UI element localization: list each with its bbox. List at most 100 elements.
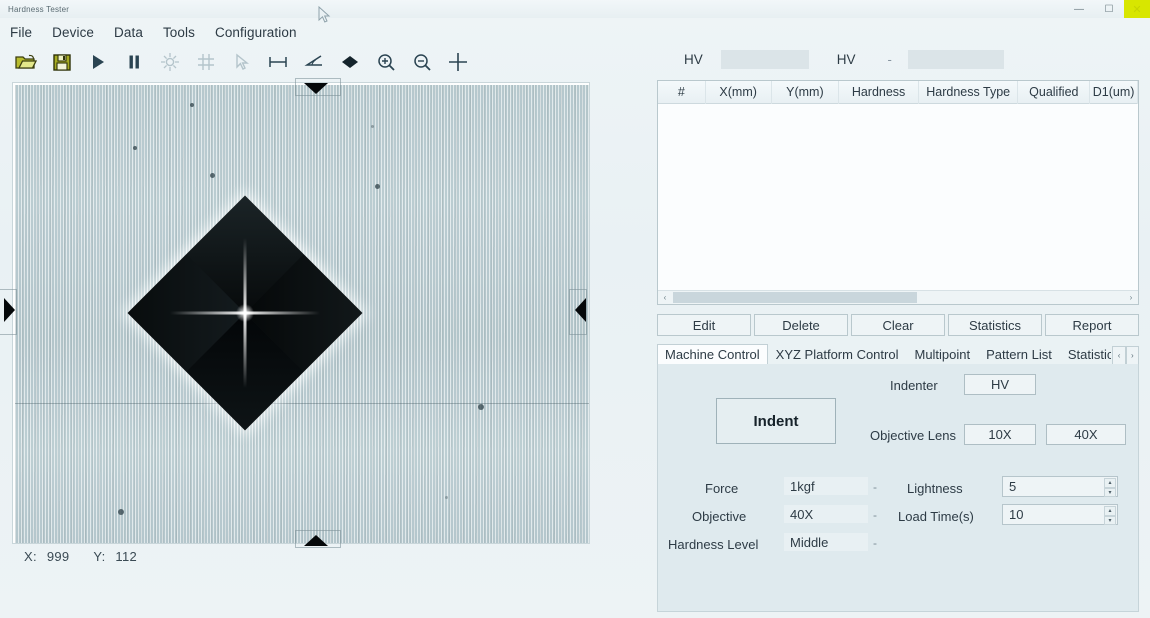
pause-icon[interactable] xyxy=(116,47,152,77)
load-time-stepper-down[interactable]: ▾ xyxy=(1104,515,1116,525)
column-header-hardness[interactable]: Hardness xyxy=(839,80,919,104)
report-button[interactable]: Report xyxy=(1045,314,1139,336)
hscroll-thumb[interactable] xyxy=(673,292,918,303)
pointer-arrow-icon[interactable] xyxy=(224,47,260,77)
hv-label-primary: HV xyxy=(684,51,703,67)
force-value[interactable]: 1kgf xyxy=(784,477,868,495)
app-title: Hardness Tester xyxy=(8,4,70,14)
scroll-right-icon[interactable]: › xyxy=(1124,293,1138,302)
image-speck xyxy=(190,103,194,107)
action-button-row: Edit Delete Clear Statistics Report xyxy=(657,314,1139,336)
menu-item-file[interactable]: File xyxy=(10,25,32,40)
minimize-icon[interactable]: — xyxy=(1064,0,1094,18)
tab-prev-icon[interactable]: ‹ xyxy=(1112,346,1126,365)
diamond-indent-icon[interactable] xyxy=(332,47,368,77)
coord-x-value: 999 xyxy=(46,549,70,564)
open-folder-icon[interactable] xyxy=(8,47,44,77)
hardness-level-value[interactable]: Middle xyxy=(784,533,868,551)
coord-y-value: 112 xyxy=(115,549,138,564)
tab-machine-control[interactable]: Machine Control xyxy=(657,344,768,365)
crosshair-icon[interactable] xyxy=(440,47,476,77)
tab-xyz-platform-control[interactable]: XYZ Platform Control xyxy=(768,344,907,365)
results-table-header: # X(mm) Y(mm) Hardness Hardness Type Qua… xyxy=(658,80,1138,104)
menu-item-tools[interactable]: Tools xyxy=(163,25,195,40)
zoom-out-icon[interactable] xyxy=(404,47,440,77)
force-dropdown-icon[interactable]: - xyxy=(873,480,877,494)
right-measure-marker[interactable] xyxy=(575,298,586,322)
lightness-value: 5 xyxy=(1009,479,1017,494)
indenter-label: Indenter xyxy=(890,378,938,393)
menu-bar: File Device Data Tools Configuration xyxy=(0,19,1150,45)
hv-separator: - xyxy=(887,51,892,67)
measure-length-icon[interactable] xyxy=(260,47,296,77)
maximize-icon[interactable]: ☐ xyxy=(1094,0,1124,18)
lightness-stepper[interactable]: ▴ ▾ xyxy=(1104,478,1116,497)
lightness-stepper-down[interactable]: ▾ xyxy=(1104,487,1116,497)
column-header-x-mm[interactable]: X(mm) xyxy=(706,80,772,104)
machine-control-panel: Indent Indenter HV Objective Lens 10X 40… xyxy=(657,364,1139,612)
hv-value-primary-field[interactable] xyxy=(720,49,809,69)
objective-label: Objective xyxy=(692,509,747,524)
coord-y-label: Y: xyxy=(93,549,106,564)
menu-item-data[interactable]: Data xyxy=(114,25,143,40)
column-header-y-mm[interactable]: Y(mm) xyxy=(772,80,840,104)
hardness-tester-window: Hardness Tester — ☐ ✕ File Device Data T… xyxy=(0,0,1150,618)
menu-item-configuration[interactable]: Configuration xyxy=(215,25,297,40)
statistics-button[interactable]: Statistics xyxy=(948,314,1042,336)
save-disk-icon[interactable] xyxy=(44,47,80,77)
lightness-stepper-up[interactable]: ▴ xyxy=(1104,478,1116,488)
tab-statistic[interactable]: Statistic xyxy=(1060,344,1113,365)
delete-button[interactable]: Delete xyxy=(754,314,848,336)
results-table-body[interactable] xyxy=(658,104,1138,282)
indent-button[interactable]: Indent xyxy=(716,398,836,444)
image-speck xyxy=(445,496,448,499)
image-speck xyxy=(375,184,380,189)
column-header-d1-um[interactable]: D1(um) xyxy=(1090,80,1138,104)
menu-item-device[interactable]: Device xyxy=(52,25,94,40)
load-time-stepper-up[interactable]: ▴ xyxy=(1104,506,1116,516)
hardness-level-dropdown-icon[interactable]: - xyxy=(873,536,877,550)
load-time-stepper[interactable]: ▴ ▾ xyxy=(1104,506,1116,525)
edit-button[interactable]: Edit xyxy=(657,314,751,336)
column-header-hardness-type[interactable]: Hardness Type xyxy=(919,80,1019,104)
left-measure-marker[interactable] xyxy=(4,298,15,322)
image-speck xyxy=(371,125,374,128)
column-header-qualified[interactable]: Qualified xyxy=(1018,80,1091,104)
lightness-input[interactable]: 5 ▴ ▾ xyxy=(1002,476,1118,497)
indenter-value[interactable]: HV xyxy=(964,374,1036,395)
tab-pattern-list[interactable]: Pattern List xyxy=(978,344,1060,365)
clear-button[interactable]: Clear xyxy=(851,314,945,336)
measure-angle-icon[interactable] xyxy=(296,47,332,77)
hardness-level-label: Hardness Level xyxy=(668,537,759,552)
objective-dropdown-icon[interactable]: - xyxy=(873,508,877,522)
indentation-center-glow xyxy=(232,300,258,326)
tab-multipoint[interactable]: Multipoint xyxy=(906,344,978,365)
hv-value-secondary-field[interactable] xyxy=(907,49,1004,69)
objective-value[interactable]: 40X xyxy=(784,505,868,523)
scroll-left-icon[interactable]: ‹ xyxy=(658,293,672,302)
objective-lens-10x-button[interactable]: 10X xyxy=(964,424,1036,445)
bottom-measure-marker[interactable] xyxy=(304,535,328,546)
column-header-index[interactable]: # xyxy=(658,80,706,104)
tab-next-icon[interactable]: › xyxy=(1125,346,1139,365)
title-bar: Hardness Tester — ☐ ✕ xyxy=(0,0,1150,18)
top-measure-marker[interactable] xyxy=(304,83,328,94)
image-speck xyxy=(118,509,124,515)
microscope-live-image[interactable] xyxy=(15,85,589,543)
coord-x-label: X: xyxy=(24,549,37,564)
hscroll-track[interactable] xyxy=(672,292,1124,303)
zoom-in-icon[interactable] xyxy=(368,47,404,77)
coordinate-readout: X: 999 Y: 112 xyxy=(24,549,143,564)
objective-lens-40x-button[interactable]: 40X xyxy=(1046,424,1126,445)
image-speck xyxy=(133,146,137,150)
focus-target-icon[interactable] xyxy=(152,47,188,77)
play-icon[interactable] xyxy=(80,47,116,77)
force-label: Force xyxy=(705,481,739,496)
load-time-input[interactable]: 10 ▴ ▾ xyxy=(1002,504,1118,525)
hv-label-secondary: HV xyxy=(836,51,856,67)
tab-bar: Machine Control XYZ Platform Control Mul… xyxy=(657,343,1139,365)
close-icon[interactable]: ✕ xyxy=(1124,0,1150,18)
results-table-hscrollbar[interactable]: ‹ › xyxy=(658,290,1138,304)
grid-icon[interactable] xyxy=(188,47,224,77)
window-controls: — ☐ ✕ xyxy=(1064,0,1150,18)
